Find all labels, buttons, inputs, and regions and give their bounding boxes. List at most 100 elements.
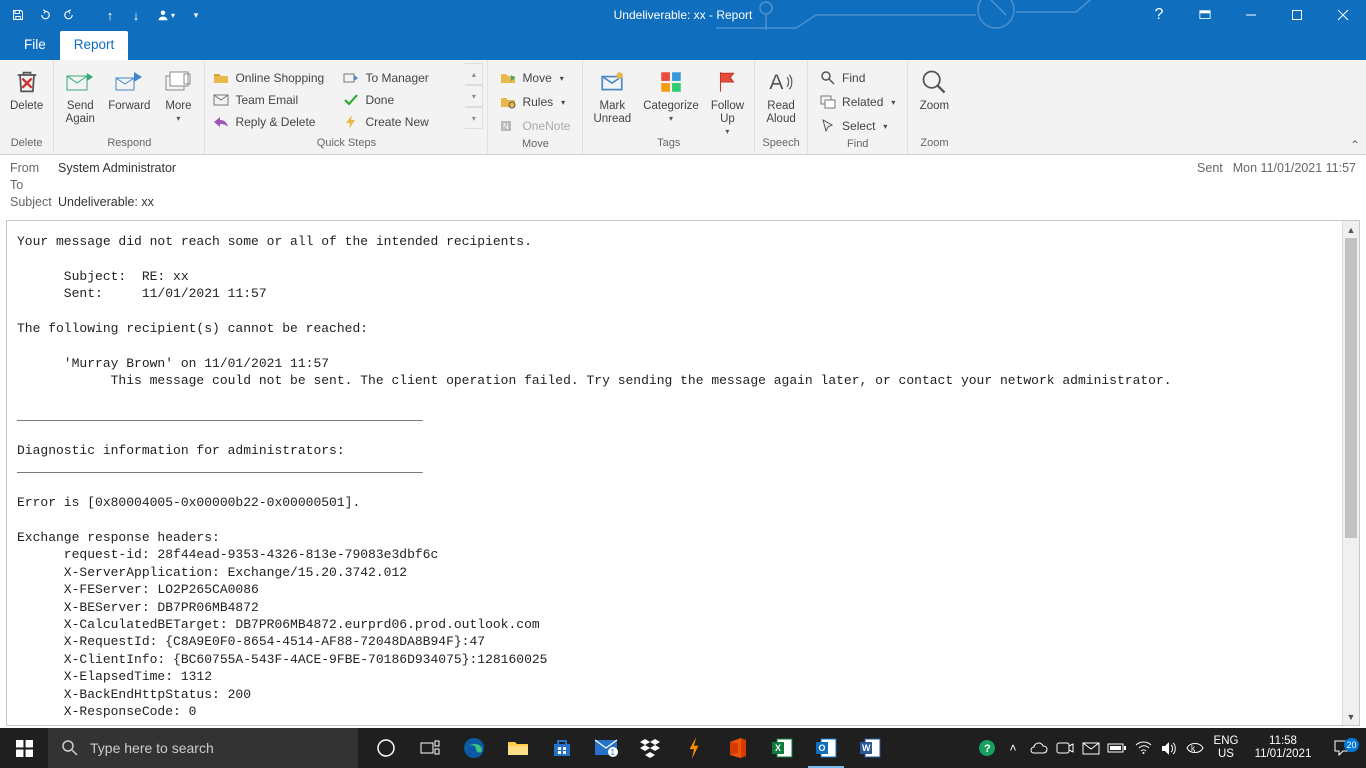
qs-create-new[interactable]: Create New	[339, 111, 469, 133]
scroll-up-icon[interactable]: ▲	[1343, 221, 1359, 238]
qs-done[interactable]: Done	[339, 89, 469, 111]
tray-input-icon[interactable]: ᶄ	[1182, 728, 1208, 768]
scroll-down-icon[interactable]: ▼	[1343, 708, 1359, 725]
word-icon[interactable]: W	[848, 728, 892, 768]
minimize-icon[interactable]	[1228, 0, 1274, 30]
search-icon	[62, 740, 78, 756]
flag-icon	[711, 66, 743, 98]
tray-onedrive-icon[interactable]	[1026, 728, 1052, 768]
move-button[interactable]: Move▾	[494, 66, 576, 90]
excel-icon[interactable]: X	[760, 728, 804, 768]
rules-icon	[500, 94, 516, 110]
task-view-icon[interactable]	[408, 728, 452, 768]
related-button[interactable]: Related▾	[814, 90, 901, 114]
forward-icon	[113, 66, 145, 98]
cortana-icon[interactable]	[364, 728, 408, 768]
categorize-button[interactable]: Categorize▾	[637, 63, 705, 123]
qs-down-icon[interactable]: ▾	[465, 85, 483, 107]
follow-up-button[interactable]: Follow Up▾	[705, 63, 750, 136]
arrow-down-icon[interactable]: ↓	[124, 3, 148, 27]
select-button[interactable]: Select▾	[814, 114, 901, 138]
search-icon	[820, 70, 836, 86]
group-quick-steps: Online Shopping Team Email Reply & Delet…	[205, 60, 488, 154]
message-header: From System Administrator Sent Mon 11/01…	[0, 155, 1366, 216]
onenote-button[interactable]: NOneNote	[494, 114, 576, 138]
group-tags: Mark Unread Categorize▾ Follow Up▾ Tags	[583, 60, 755, 154]
find-button[interactable]: Find	[814, 66, 901, 90]
read-aloud-button[interactable]: A Read Aloud	[759, 63, 803, 126]
tray-battery-icon[interactable]	[1104, 728, 1130, 768]
send-again-button[interactable]: Send Again	[58, 63, 102, 126]
file-explorer-icon[interactable]	[496, 728, 540, 768]
reply-icon	[213, 114, 229, 130]
tray-help-icon[interactable]: ?	[974, 728, 1000, 768]
more-icon	[162, 66, 194, 98]
header-decoration	[716, 0, 1116, 30]
zoom-button[interactable]: Zoom	[912, 63, 956, 113]
undo-icon[interactable]	[32, 3, 56, 27]
taskbar: Type here to search 1 X O W ? ˄ ᶄ ENGUS …	[0, 728, 1366, 768]
quick-steps-expand: ▴ ▾ ▾	[465, 63, 483, 129]
delete-icon	[11, 66, 43, 98]
to-label: To	[10, 178, 58, 192]
group-zoom: Zoom Zoom	[908, 60, 960, 154]
tray-notifications-icon[interactable]: 20	[1322, 739, 1362, 757]
mail-icon[interactable]: 1	[584, 728, 628, 768]
close-icon[interactable]	[1320, 0, 1366, 30]
ribbon-tabs: File Report	[0, 30, 1366, 60]
qs-team-email[interactable]: Team Email	[209, 89, 339, 111]
title-bar: ↑ ↓ ▾ ▾ Undeliverable: xx - Report ?	[0, 0, 1366, 30]
forward-button[interactable]: Forward	[102, 63, 156, 113]
scroll-thumb[interactable]	[1345, 238, 1357, 538]
mark-unread-icon	[596, 66, 628, 98]
tray-chevron-up-icon[interactable]: ˄	[1000, 728, 1026, 768]
folder-icon	[213, 70, 229, 86]
qs-reply-delete[interactable]: Reply & Delete	[209, 111, 339, 133]
help-icon[interactable]: ?	[1136, 0, 1182, 30]
group-move: Move▾ Rules▾ NOneNote Move	[488, 60, 583, 154]
save-icon[interactable]	[6, 3, 30, 27]
outlook-icon[interactable]: O	[804, 728, 848, 768]
tray-language[interactable]: ENGUS	[1208, 735, 1244, 761]
tray-clock[interactable]: 11:5811/01/2021	[1244, 735, 1322, 761]
vertical-scrollbar[interactable]: ▲ ▼	[1342, 221, 1359, 725]
tray-wifi-icon[interactable]	[1130, 728, 1156, 768]
ribbon: Delete Delete Send Again Forward More▾ R…	[0, 60, 1366, 155]
onenote-icon: N	[500, 118, 516, 134]
rules-button[interactable]: Rules▾	[494, 90, 576, 114]
taskbar-search[interactable]: Type here to search	[48, 728, 358, 768]
office-icon[interactable]	[716, 728, 760, 768]
svg-text:1: 1	[611, 748, 616, 757]
group-respond: Send Again Forward More▾ Respond	[54, 60, 205, 154]
forward-mail-icon	[343, 70, 359, 86]
maximize-icon[interactable]	[1274, 0, 1320, 30]
start-button[interactable]	[0, 728, 48, 768]
mark-unread-button[interactable]: Mark Unread	[587, 63, 637, 126]
more-button[interactable]: More▾	[156, 63, 200, 123]
delete-button[interactable]: Delete	[4, 63, 49, 113]
store-icon[interactable]	[540, 728, 584, 768]
tray-meet-icon[interactable]	[1052, 728, 1078, 768]
edge-icon[interactable]	[452, 728, 496, 768]
arrow-up-icon[interactable]: ↑	[98, 3, 122, 27]
customize-qat-icon[interactable]: ▾	[184, 3, 208, 27]
group-delete: Delete Delete	[0, 60, 54, 154]
tray-mail-icon[interactable]	[1078, 728, 1104, 768]
message-body[interactable]: Your message did not reach some or all o…	[7, 221, 1359, 725]
sent-label: Sent	[1197, 161, 1223, 175]
qs-online-shopping[interactable]: Online Shopping	[209, 67, 339, 89]
lightning-icon	[343, 114, 359, 130]
ribbon-display-icon[interactable]	[1182, 0, 1228, 30]
qs-to-manager[interactable]: To Manager	[339, 67, 469, 89]
dropbox-icon[interactable]	[628, 728, 672, 768]
qs-more-icon[interactable]: ▾	[465, 107, 483, 129]
collapse-ribbon-icon[interactable]: ⌃	[1350, 138, 1360, 152]
winamp-icon[interactable]	[672, 728, 716, 768]
redo-icon[interactable]	[58, 3, 82, 27]
tab-report[interactable]: Report	[60, 31, 129, 60]
svg-text:ᶄ: ᶄ	[1191, 744, 1195, 753]
tray-volume-icon[interactable]	[1156, 728, 1182, 768]
qs-up-icon[interactable]: ▴	[465, 63, 483, 85]
tab-file[interactable]: File	[10, 31, 60, 60]
person-icon[interactable]: ▾	[150, 3, 182, 27]
